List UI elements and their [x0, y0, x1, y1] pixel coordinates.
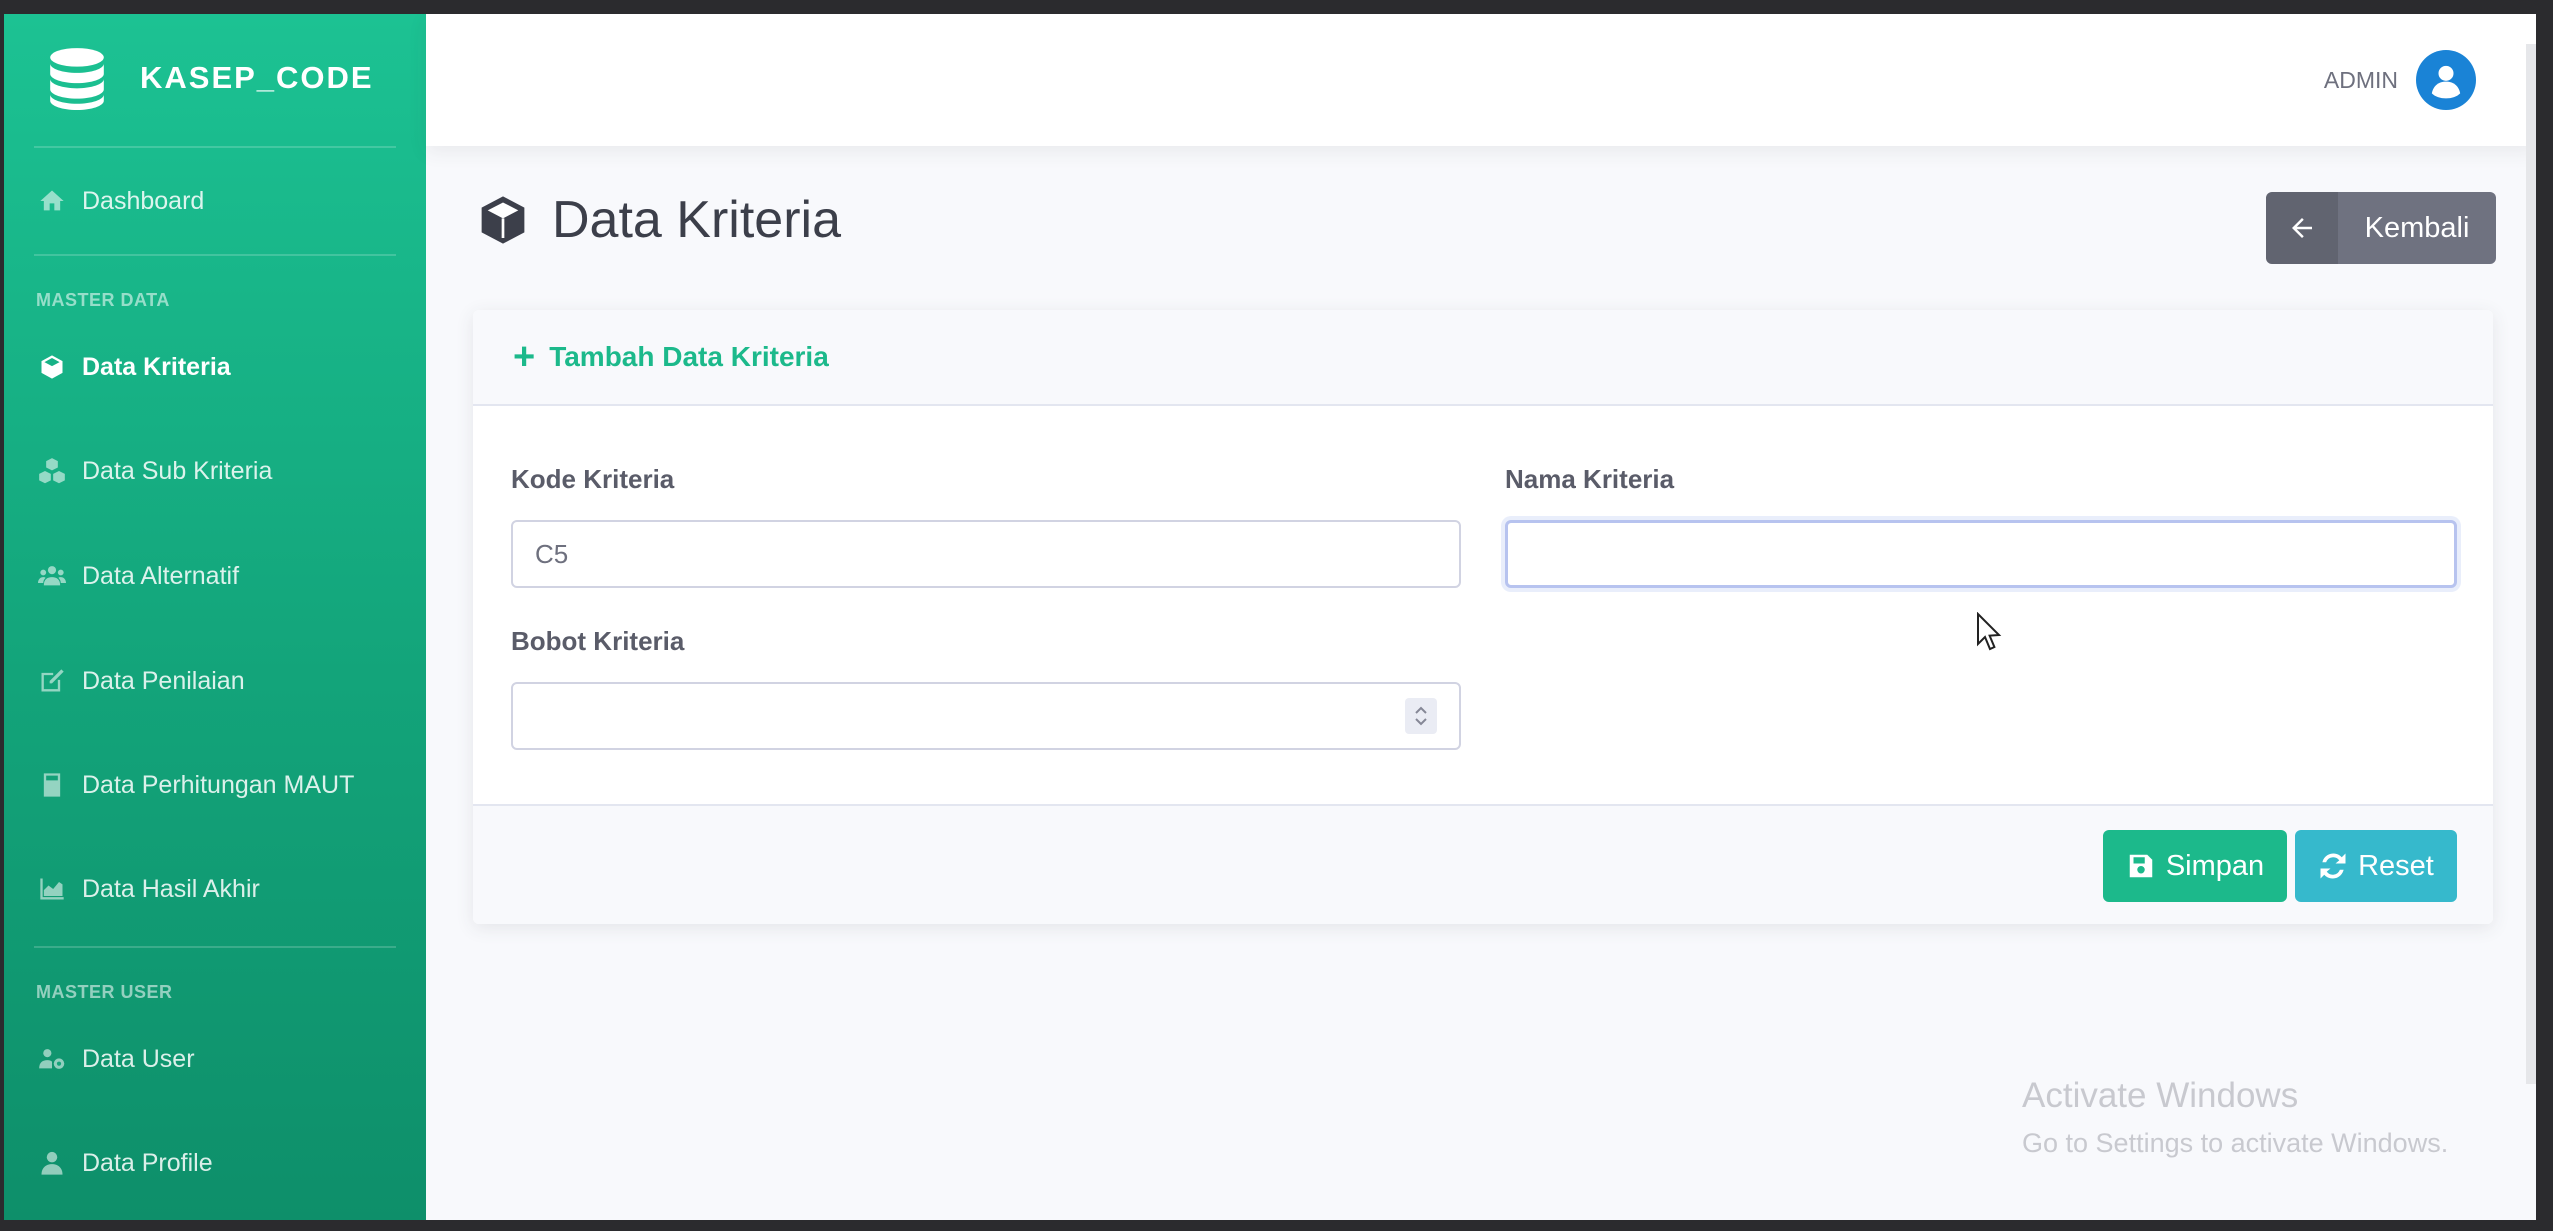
topbar: ADMIN [426, 14, 2536, 146]
sidebar-item-label: Data Hasil Akhir [82, 874, 260, 903]
bobot-kriteria-label: Bobot Kriteria [511, 626, 685, 656]
sidebar-item-label: Data Profile [82, 1148, 213, 1177]
users-icon [36, 560, 68, 592]
watermark-subtitle: Go to Settings to activate Windows. [2022, 1128, 2449, 1158]
calculator-icon [36, 769, 68, 801]
card-footer: Simpan Reset [473, 804, 2493, 924]
arrow-left-icon [2266, 192, 2338, 264]
cube-icon [481, 196, 525, 244]
sidebar-item-label: Data Kriteria [82, 352, 231, 381]
sidebar-item-data-user[interactable]: Data User [36, 1034, 195, 1084]
sidebar-item-label: Dashboard [82, 186, 205, 215]
activation-watermark: Activate Windows Go to Settings to activ… [2022, 1076, 2448, 1159]
form-card: + Tambah Data Kriteria Kode Kriteria Nam… [473, 310, 2493, 924]
save-button[interactable]: Simpan [2103, 830, 2287, 902]
sidebar-item-label: Data Penilaian [82, 666, 245, 695]
watermark-title: Activate Windows [2022, 1076, 2299, 1115]
edit-icon [36, 665, 68, 697]
cube-icon [36, 351, 68, 383]
app-window: KASEP_CODE Dashboard MASTER DATA Data Kr… [4, 14, 2536, 1220]
user-icon [36, 1147, 68, 1179]
sidebar: KASEP_CODE Dashboard MASTER DATA Data Kr… [4, 14, 426, 1220]
plus-icon: + [513, 336, 536, 378]
bobot-kriteria-input[interactable] [511, 682, 1461, 750]
nama-kriteria-input[interactable] [1505, 520, 2457, 588]
nama-kriteria-label: Nama Kriteria [1505, 464, 1675, 494]
sidebar-heading-master-data: MASTER DATA [36, 290, 170, 310]
reset-button-label: Reset [2358, 849, 2434, 882]
sidebar-item-data-sub-kriteria[interactable]: Data Sub Kriteria [36, 446, 272, 496]
kode-kriteria-input[interactable] [511, 520, 1461, 588]
user-name: ADMIN [2323, 66, 2398, 93]
user-circle-icon [2416, 50, 2476, 110]
card-title: Tambah Data Kriteria [549, 341, 829, 372]
sidebar-item-label: Data Sub Kriteria [82, 456, 273, 485]
sidebar-divider [34, 254, 396, 256]
kode-kriteria-label: Kode Kriteria [511, 464, 675, 494]
sidebar-divider [34, 946, 396, 948]
back-button[interactable]: Kembali [2266, 192, 2496, 264]
brand[interactable]: KASEP_CODE [44, 42, 374, 114]
sidebar-item-data-profile[interactable]: Data Profile [36, 1138, 213, 1188]
sidebar-divider [34, 146, 396, 148]
database-icon [50, 48, 104, 110]
save-button-label: Simpan [2165, 849, 2265, 882]
scrollbar[interactable] [2526, 44, 2536, 1084]
sidebar-item-data-hasil-akhir[interactable]: Data Hasil Akhir [36, 864, 260, 914]
sync-icon [2320, 853, 2346, 879]
save-icon [2129, 854, 2153, 878]
sidebar-item-label: Data User [82, 1044, 195, 1073]
users-cog-icon [36, 1043, 68, 1075]
back-button-label: Kembali [2364, 211, 2470, 244]
sidebar-item-data-perhitungan-maut[interactable]: Data Perhitungan MAUT [36, 760, 354, 810]
cubes-icon [36, 455, 68, 487]
number-spinner[interactable] [1405, 698, 1437, 734]
sidebar-item-label: Data Perhitungan MAUT [82, 770, 355, 799]
mouse-cursor-icon [1977, 612, 2002, 651]
home-icon [36, 185, 68, 217]
brand-name: KASEP_CODE [140, 60, 374, 95]
chevron-up-icon [1415, 706, 1427, 714]
sidebar-item-data-alternatif[interactable]: Data Alternatif [36, 551, 239, 601]
user-menu[interactable]: ADMIN [2324, 50, 2476, 110]
chevron-down-icon [1415, 718, 1427, 726]
card-header: + Tambah Data Kriteria [473, 310, 2493, 406]
reset-button[interactable]: Reset [2295, 830, 2457, 902]
chart-area-icon [36, 873, 68, 905]
sidebar-item-dashboard[interactable]: Dashboard [36, 176, 204, 226]
sidebar-heading-master-user: MASTER USER [36, 982, 173, 1002]
page-title-text: Data Kriteria [552, 191, 841, 249]
sidebar-item-data-kriteria[interactable]: Data Kriteria [36, 342, 231, 392]
sidebar-item-data-penilaian[interactable]: Data Penilaian [36, 656, 245, 706]
sidebar-item-label: Data Alternatif [82, 561, 240, 590]
page-title: Data Kriteria [476, 190, 841, 250]
